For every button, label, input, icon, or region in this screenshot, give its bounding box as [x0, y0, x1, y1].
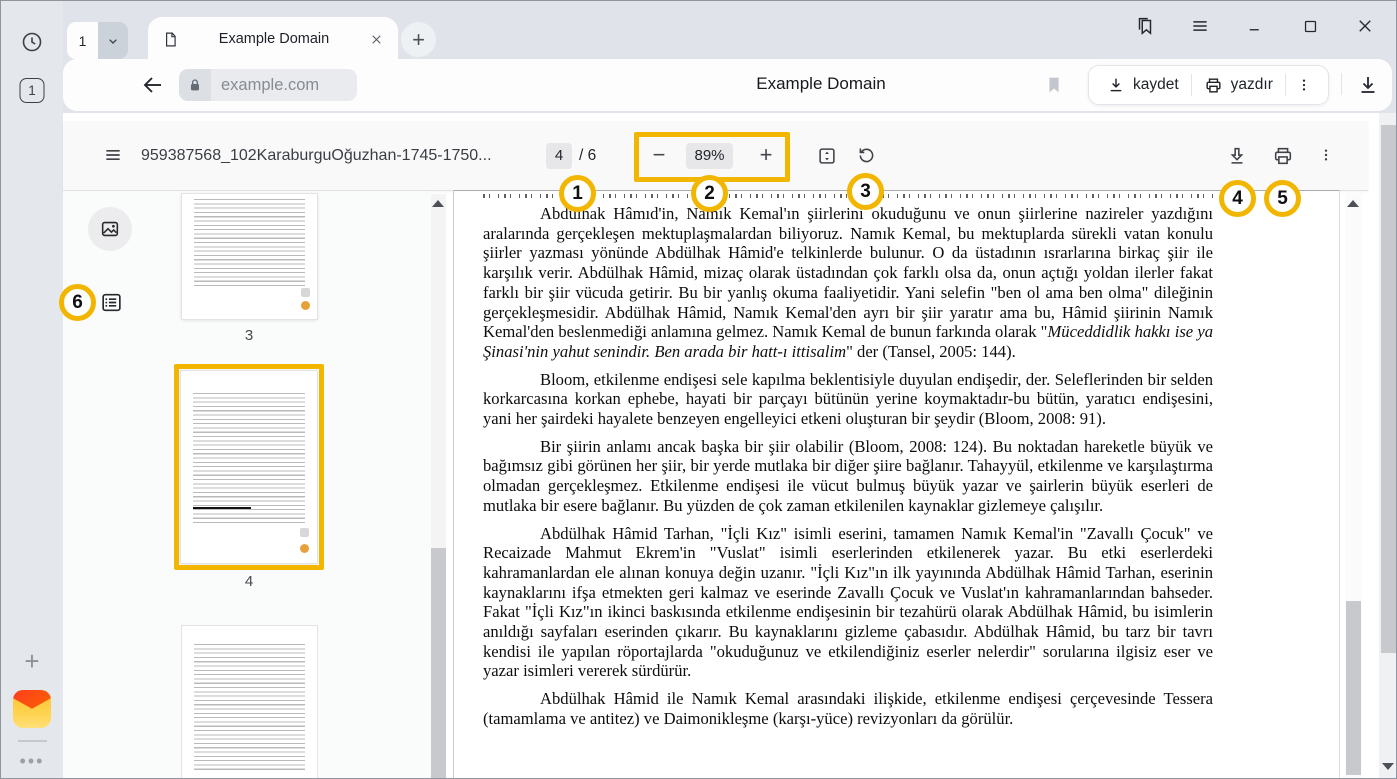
thumbnail-page-5[interactable]	[182, 626, 317, 779]
pdf-sidebar-toggle-icon[interactable]	[103, 145, 123, 165]
tab-example-domain[interactable]: Example Domain	[148, 17, 398, 61]
tab-close-icon[interactable]	[369, 32, 384, 47]
save-label: kaydet	[1133, 76, 1179, 94]
thumbnail-text-lines	[194, 644, 305, 772]
fit-page-icon[interactable]	[816, 145, 838, 167]
outline-view-button[interactable]	[99, 290, 124, 315]
annotation-badge-4: 4	[1219, 180, 1256, 217]
browser-window: 1 + ••• 1 Example Domain +	[0, 0, 1397, 779]
divider	[1341, 73, 1342, 95]
close-window-icon[interactable]	[1353, 14, 1377, 38]
collections-bookmark-icon[interactable]	[1133, 14, 1157, 38]
scroll-down-arrow[interactable]	[1382, 763, 1394, 770]
tab-group-count[interactable]: 1	[67, 22, 98, 59]
pdf-action-group: kaydet yazdır	[1088, 65, 1329, 105]
thumbnail-page-3-label: 3	[181, 327, 317, 344]
thumbnail-scrollbar-thumb[interactable]	[431, 548, 446, 779]
more-actions-kebab-icon[interactable]	[1286, 66, 1322, 104]
save-button[interactable]: kaydet	[1095, 66, 1191, 104]
print-label: yazdır	[1231, 76, 1273, 94]
pdf-scrollbar[interactable]	[1345, 194, 1362, 779]
scroll-up-arrow[interactable]	[432, 200, 444, 207]
thumbnail-view-button[interactable]	[88, 207, 132, 251]
thumbnail-page-4-label: 4	[181, 573, 317, 590]
total-pages: 6	[588, 147, 597, 164]
pdf-document-page: Abdülhak Hâmıd'in, Namık Kemal'ın şiirle…	[453, 190, 1340, 779]
thumbnail-page-3[interactable]	[182, 194, 317, 319]
annotation-badge-3: 3	[847, 173, 884, 210]
print-button[interactable]: yazdır	[1192, 66, 1285, 104]
page-title: Example Domain	[681, 74, 961, 94]
mail-flap	[13, 690, 51, 711]
new-tab-button[interactable]: +	[401, 22, 436, 57]
highlight-thumbnail-page-4	[174, 364, 324, 570]
yandex-mail-icon[interactable]	[13, 690, 51, 728]
thumbnail-text-lines	[194, 199, 305, 289]
pdf-download-icon[interactable]	[1226, 145, 1248, 167]
annotation-badge-1: 1	[559, 175, 596, 212]
pdf-kebab-icon[interactable]	[1318, 147, 1334, 163]
maximize-icon[interactable]	[1298, 14, 1322, 38]
tab-document-icon	[162, 31, 179, 48]
window-scrollbar-thumb[interactable]	[1381, 125, 1396, 653]
browser-side-rail: 1 + •••	[1, 1, 63, 779]
tabs-counter-button[interactable]: 1	[20, 78, 45, 103]
menu-hamburger-icon[interactable]	[1188, 14, 1212, 38]
rail-more-button[interactable]: •••	[20, 751, 45, 772]
tab-title: Example Domain	[189, 31, 359, 47]
scroll-up-arrow[interactable]	[1347, 200, 1359, 207]
paragraph-1: Abdülhak Hâmıd'in, Namık Kemal'ın şiirle…	[483, 204, 1213, 362]
tabs-counter-label: 1	[28, 83, 36, 98]
tab-group-control[interactable]: 1	[67, 22, 128, 59]
url-text: example.com	[211, 76, 331, 95]
thumbnail-logo	[301, 301, 310, 310]
pdf-print-icon[interactable]	[1272, 145, 1294, 167]
window-scrollbar[interactable]	[1379, 113, 1397, 779]
annotation-badge-2: 2	[691, 175, 728, 212]
rotate-icon[interactable]	[856, 145, 877, 166]
address-bar[interactable]: example.com	[179, 69, 357, 101]
back-icon[interactable]	[141, 73, 165, 97]
pdf-current-page[interactable]: 4	[546, 143, 572, 169]
minimize-icon[interactable]	[1243, 14, 1267, 38]
bookmark-flag-icon[interactable]	[1043, 74, 1065, 96]
paragraph-3: Bir şiirin anlamı ancak başka bir şiir o…	[483, 437, 1213, 516]
document-text: Abdülhak Hâmıd'in, Namık Kemal'ın şiirle…	[483, 204, 1213, 737]
browser-toolbar: example.com Example Domain kaydet yazdır	[63, 59, 1392, 111]
pdf-page-count: / 6	[579, 147, 596, 165]
downloads-icon[interactable]	[1356, 73, 1380, 97]
pdf-scrollbar-thumb[interactable]	[1346, 601, 1361, 775]
paragraph-4: Abdülhak Hâmid Tarhan, "İçli Kız" isimli…	[483, 524, 1213, 682]
page-separator: /	[579, 147, 583, 164]
pdf-filename: 959387568_102KaraburguOğuzhan-1745-1750.…	[141, 147, 541, 165]
thumbnail-scrollbar[interactable]	[431, 194, 446, 779]
annotation-badge-5: 5	[1264, 180, 1301, 217]
rail-divider	[18, 740, 47, 742]
add-panel-button[interactable]: +	[24, 646, 39, 677]
tab-group-chevron[interactable]	[98, 22, 128, 59]
paragraph-1-text: Abdülhak Hâmıd'in, Namık Kemal'ın şiirle…	[483, 204, 1213, 341]
paragraph-2: Bloom, etkilenme endişesi sele kapılma b…	[483, 370, 1213, 429]
annotation-badge-6: 6	[59, 284, 96, 321]
thumbnail-logo	[301, 288, 310, 297]
lock-icon[interactable]	[179, 69, 211, 101]
paragraph-1-citation: " der (Tansel, 2005: 144).	[846, 342, 1016, 361]
history-clock-icon[interactable]	[20, 30, 44, 54]
paragraph-5: Abdülhak Hâmid ile Namık Kemal arasındak…	[483, 689, 1213, 728]
